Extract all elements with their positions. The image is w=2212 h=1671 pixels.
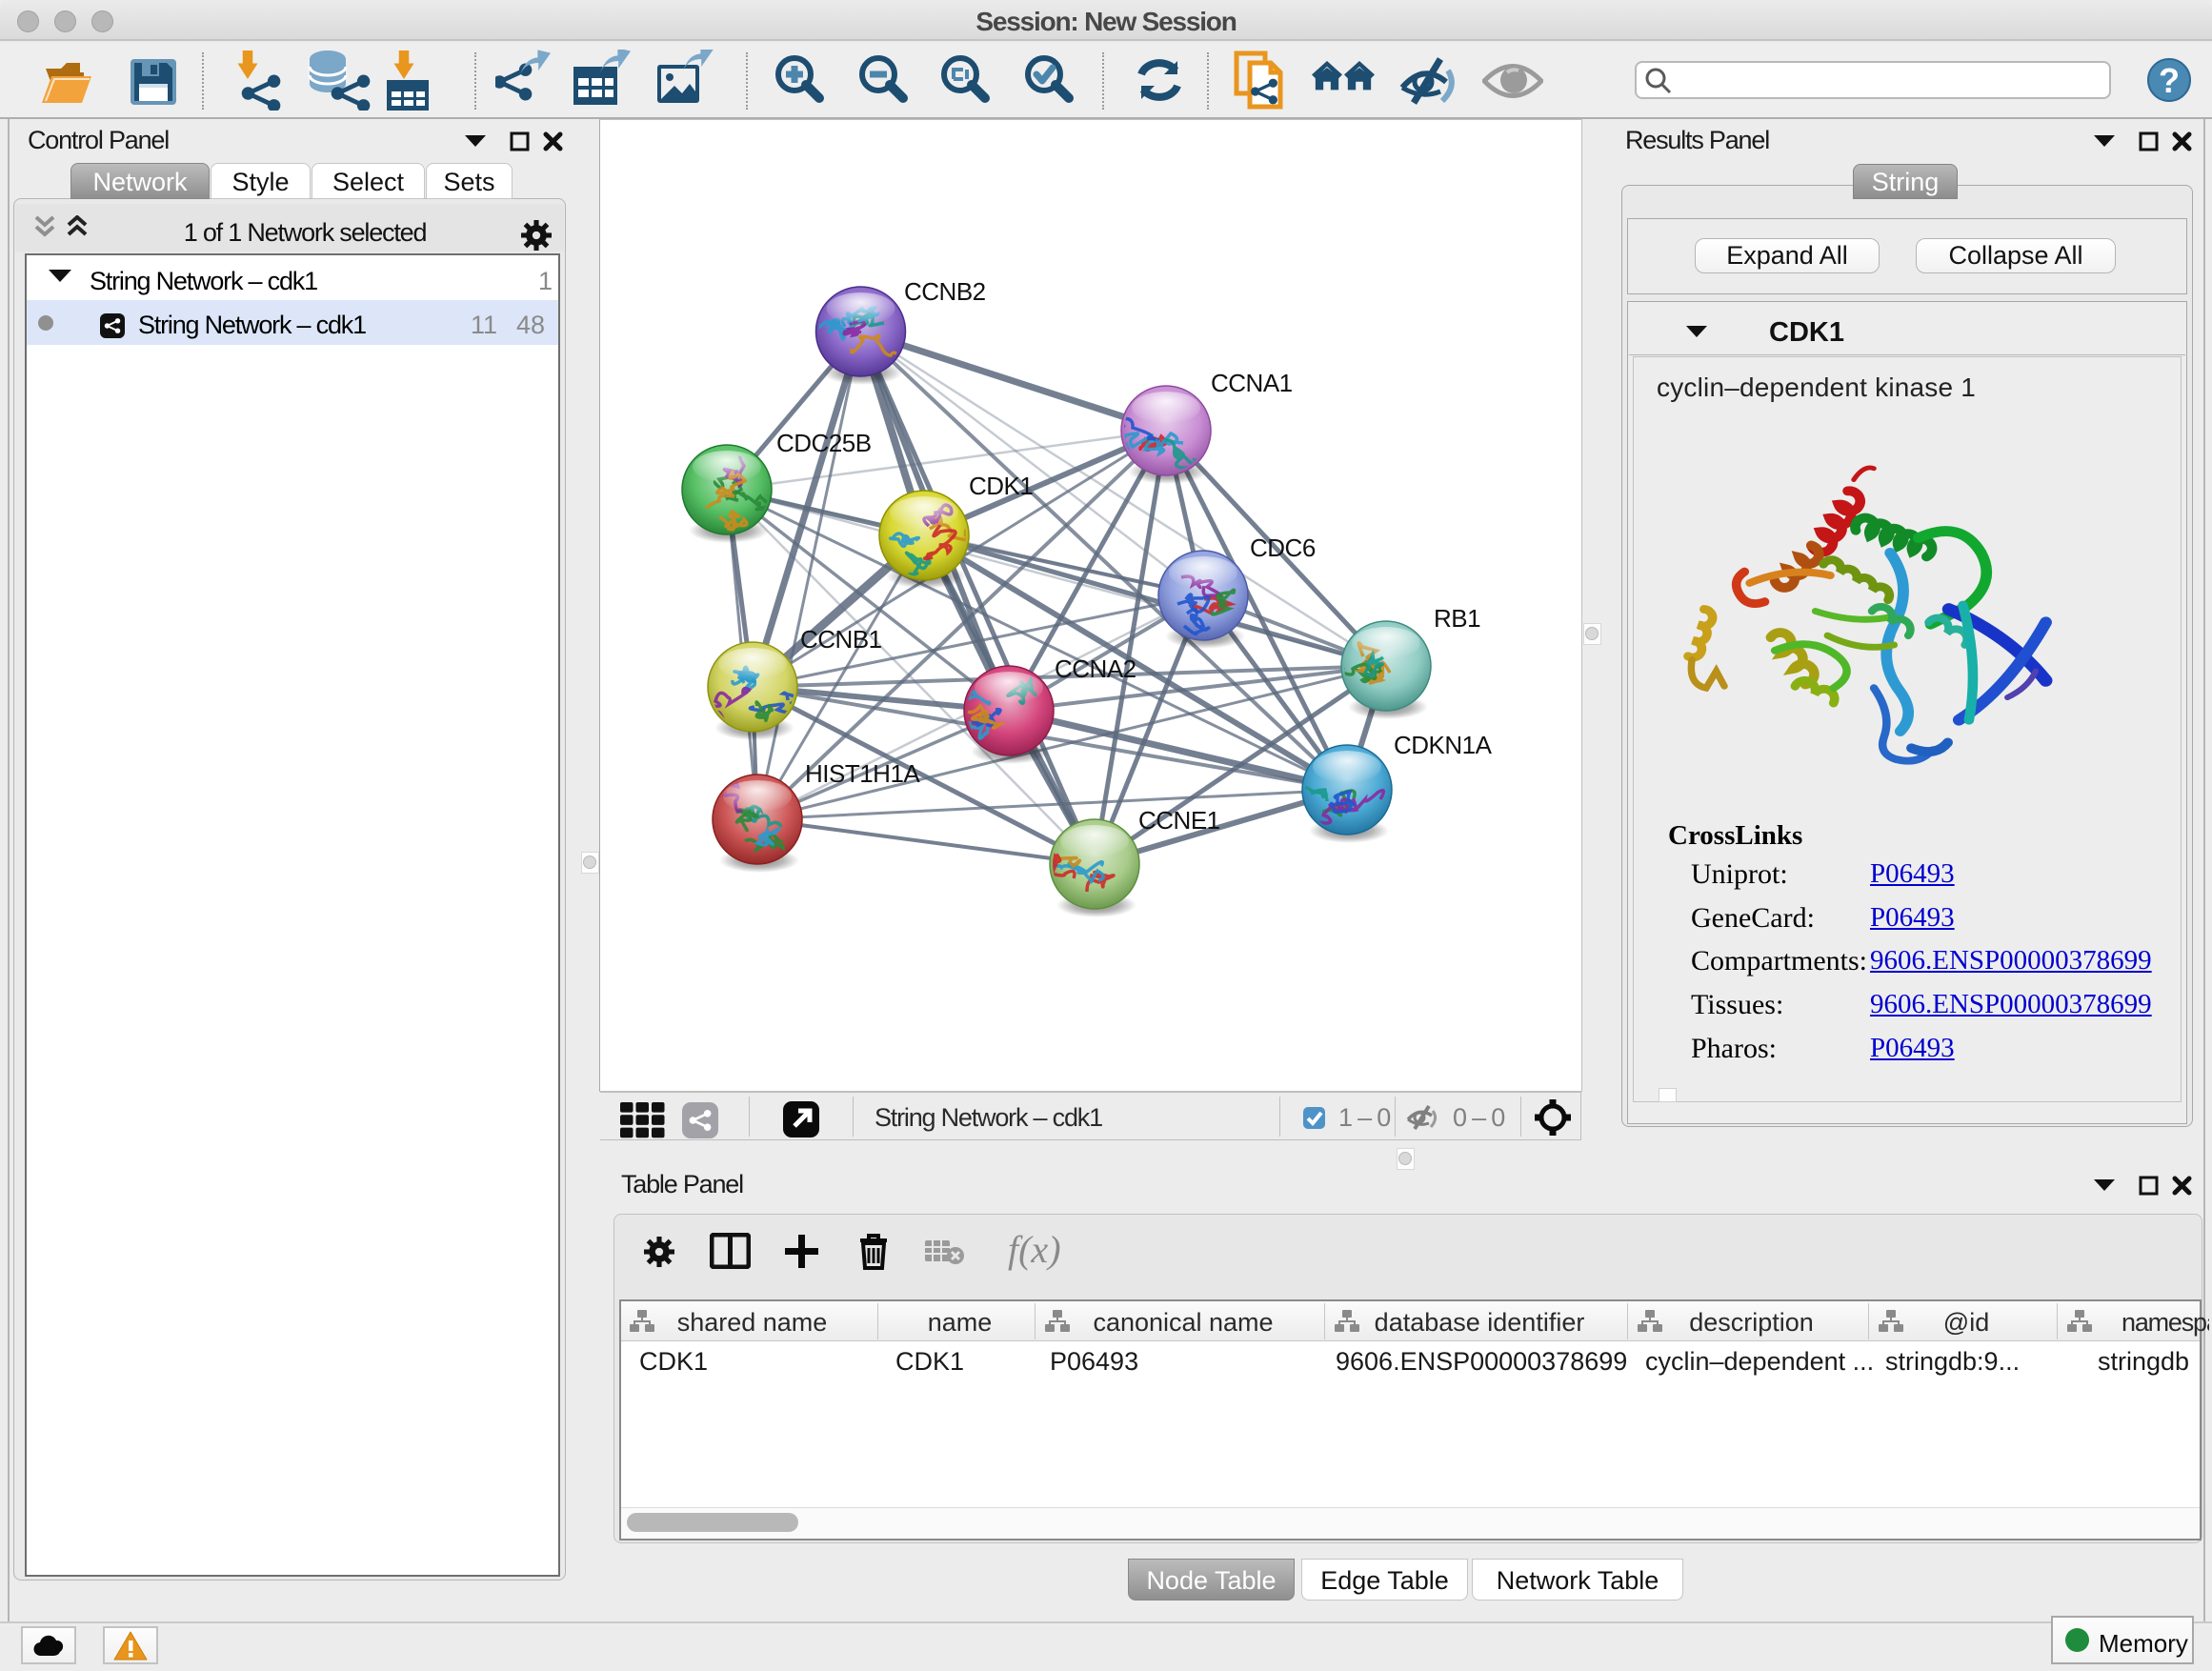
svg-text:CCNA1: CCNA1 bbox=[1211, 369, 1293, 397]
svg-text:RB1: RB1 bbox=[1434, 604, 1480, 633]
svg-text:CCNB2: CCNB2 bbox=[904, 277, 986, 306]
svg-text:CDC6: CDC6 bbox=[1250, 534, 1316, 562]
svg-text:CDC25B: CDC25B bbox=[776, 429, 872, 457]
svg-text:HIST1H1A: HIST1H1A bbox=[805, 759, 920, 788]
svg-text:CCNE1: CCNE1 bbox=[1138, 806, 1220, 835]
svg-text:CDKN1A: CDKN1A bbox=[1394, 731, 1493, 759]
svg-text:CDK1: CDK1 bbox=[969, 472, 1033, 500]
svg-text:CCNA2: CCNA2 bbox=[1055, 654, 1136, 683]
svg-text:CCNB1: CCNB1 bbox=[800, 625, 882, 654]
